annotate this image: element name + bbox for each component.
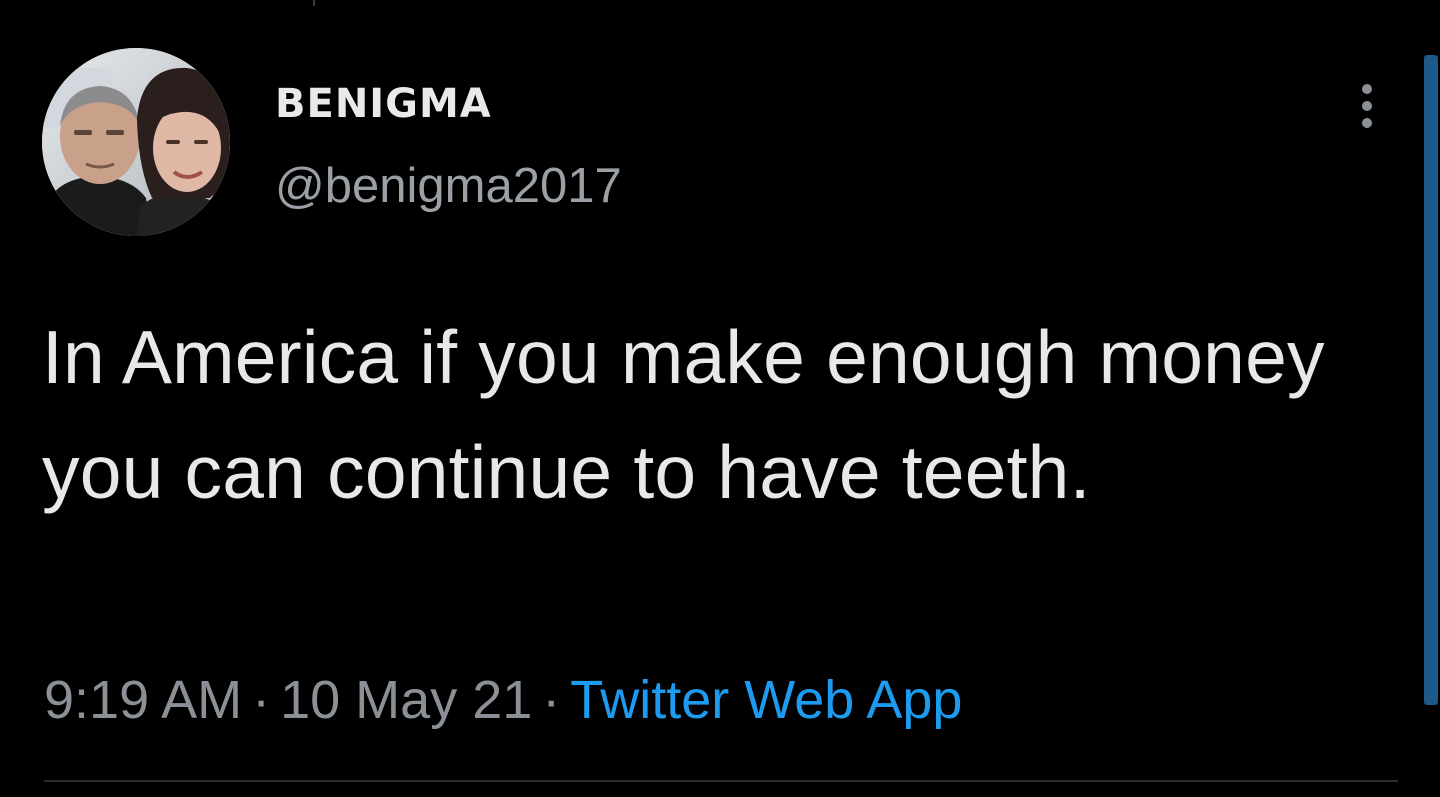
avatar-photo: [42, 48, 230, 236]
metadata-separator: ·: [542, 670, 561, 730]
tweet-author[interactable]: BENIGMA @benigma2017: [275, 80, 622, 214]
more-options-button[interactable]: [1352, 82, 1382, 130]
tweet-date[interactable]: 10 May 21: [280, 670, 532, 730]
tweet-metadata: 9:19 AM · 10 May 21 · Twitter Web App: [44, 668, 962, 732]
tweet-text: In America if you make enough money you …: [42, 315, 1325, 514]
tweet-detail: BENIGMA @benigma2017 In America if you m…: [0, 0, 1440, 797]
author-handle[interactable]: @benigma2017: [275, 158, 622, 214]
scrollbar[interactable]: [1424, 55, 1438, 705]
divider: [44, 780, 1398, 782]
author-display-name[interactable]: BENIGMA: [275, 80, 622, 128]
metadata-separator: ·: [252, 670, 271, 730]
tweet-time[interactable]: 9:19 AM: [44, 670, 242, 730]
tweet-source-link[interactable]: Twitter Web App: [570, 670, 962, 730]
avatar[interactable]: [42, 48, 230, 236]
